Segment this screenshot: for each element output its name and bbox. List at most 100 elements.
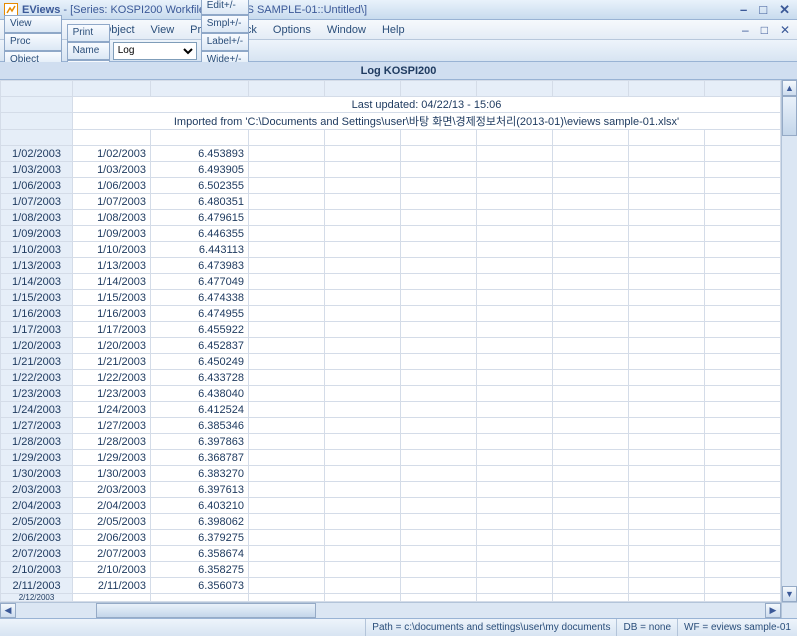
row-header[interactable]: 1/14/2003: [1, 274, 73, 290]
row-header[interactable]: 1/08/2003: [1, 210, 73, 226]
cell-value[interactable]: 6.398062: [151, 514, 249, 530]
row-header[interactable]: 1/13/2003: [1, 258, 73, 274]
scroll-left-icon[interactable]: ◀: [0, 603, 16, 618]
cell-date[interactable]: 1/23/2003: [73, 386, 151, 402]
cell-value[interactable]: 6.502355: [151, 178, 249, 194]
cell-date[interactable]: 1/08/2003: [73, 210, 151, 226]
row-header[interactable]: 2/06/2003: [1, 530, 73, 546]
toolbar-proc[interactable]: Proc: [4, 33, 62, 51]
cell-date[interactable]: 1/27/2003: [73, 418, 151, 434]
toolbar-edit-[interactable]: Edit+/-: [201, 0, 249, 15]
cell-value[interactable]: 6.433728: [151, 370, 249, 386]
close-button[interactable]: ✕: [776, 3, 793, 16]
cell-value[interactable]: 6.358275: [151, 562, 249, 578]
transform-select[interactable]: Log: [113, 42, 197, 60]
cell-value[interactable]: 6.356073: [151, 578, 249, 594]
toolbar-label-[interactable]: Label+/-: [201, 33, 249, 51]
cell-date[interactable]: 1/29/2003: [73, 450, 151, 466]
cell-value[interactable]: 6.479615: [151, 210, 249, 226]
cell-date[interactable]: 2/07/2003: [73, 546, 151, 562]
cell-date[interactable]: 1/15/2003: [73, 290, 151, 306]
cell-value[interactable]: 6.480351: [151, 194, 249, 210]
row-header[interactable]: 1/17/2003: [1, 322, 73, 338]
hscroll-thumb[interactable]: [96, 603, 316, 618]
row-header[interactable]: 2/10/2003: [1, 562, 73, 578]
cell-date[interactable]: 1/30/2003: [73, 466, 151, 482]
cell-date[interactable]: 1/09/2003: [73, 226, 151, 242]
cell-value[interactable]: 6.443113: [151, 242, 249, 258]
row-header[interactable]: 1/28/2003: [1, 434, 73, 450]
row-header[interactable]: 1/03/2003: [1, 162, 73, 178]
menu-help[interactable]: Help: [374, 22, 413, 38]
cell-value[interactable]: 6.379275: [151, 530, 249, 546]
cell-value[interactable]: 6.493905: [151, 162, 249, 178]
row-header[interactable]: 1/02/2003: [1, 146, 73, 162]
row-header[interactable]: 1/15/2003: [1, 290, 73, 306]
cell-value[interactable]: 6.385346: [151, 418, 249, 434]
toolbar-smpl-[interactable]: Smpl+/-: [201, 15, 249, 33]
row-header[interactable]: 2/04/2003: [1, 498, 73, 514]
cell-date[interactable]: 1/28/2003: [73, 434, 151, 450]
cell-value[interactable]: 6.455922: [151, 322, 249, 338]
cell-value[interactable]: 6.438040: [151, 386, 249, 402]
cell-date[interactable]: 2/11/2003: [73, 578, 151, 594]
scroll-thumb[interactable]: [782, 96, 797, 136]
cell-date[interactable]: 1/02/2003: [73, 146, 151, 162]
cell-date[interactable]: 2/06/2003: [73, 530, 151, 546]
cell-value[interactable]: 6.368787: [151, 450, 249, 466]
row-header[interactable]: 1/23/2003: [1, 386, 73, 402]
toolbar-name[interactable]: Name: [67, 42, 110, 60]
row-header[interactable]: 2/05/2003: [1, 514, 73, 530]
row-header[interactable]: 1/29/2003: [1, 450, 73, 466]
child-maximize-button[interactable]: □: [758, 23, 771, 37]
row-header[interactable]: 1/10/2003: [1, 242, 73, 258]
cell-date[interactable]: 1/13/2003: [73, 258, 151, 274]
cell-date[interactable]: 1/03/2003: [73, 162, 151, 178]
row-header[interactable]: 1/07/2003: [1, 194, 73, 210]
row-header[interactable]: 2/07/2003: [1, 546, 73, 562]
cell-date[interactable]: 1/20/2003: [73, 338, 151, 354]
scroll-up-icon[interactable]: ▲: [782, 80, 797, 96]
child-close-button[interactable]: ✕: [777, 23, 793, 37]
row-header[interactable]: 1/30/2003: [1, 466, 73, 482]
cell-date[interactable]: 1/14/2003: [73, 274, 151, 290]
cell-value[interactable]: 6.474338: [151, 290, 249, 306]
cell-date[interactable]: 2/05/2003: [73, 514, 151, 530]
horizontal-scrollbar[interactable]: ◀ ▶: [0, 602, 781, 618]
cell-value[interactable]: 6.358674: [151, 546, 249, 562]
menu-view[interactable]: View: [143, 22, 183, 38]
toolbar-print[interactable]: Print: [67, 24, 110, 42]
menu-options[interactable]: Options: [265, 22, 319, 38]
cell-date[interactable]: 1/21/2003: [73, 354, 151, 370]
scroll-down-icon[interactable]: ▼: [782, 586, 797, 602]
cell-value[interactable]: 6.474955: [151, 306, 249, 322]
scroll-right-icon[interactable]: ▶: [765, 603, 781, 618]
cell-value[interactable]: 6.473983: [151, 258, 249, 274]
cell-date[interactable]: 1/06/2003: [73, 178, 151, 194]
row-header[interactable]: 2/11/2003: [1, 578, 73, 594]
maximize-button[interactable]: □: [756, 3, 770, 16]
row-header[interactable]: 1/20/2003: [1, 338, 73, 354]
cell-date[interactable]: 2/10/2003: [73, 562, 151, 578]
cell-value[interactable]: 6.403210: [151, 498, 249, 514]
cell-value[interactable]: 6.397863: [151, 434, 249, 450]
data-grid[interactable]: Last updated: 04/22/13 - 15:06 Imported …: [0, 80, 797, 602]
toolbar-view[interactable]: View: [4, 15, 62, 33]
cell-value[interactable]: 6.383270: [151, 466, 249, 482]
row-header[interactable]: 2/12/2003: [1, 594, 73, 602]
cell-date[interactable]: 1/22/2003: [73, 370, 151, 386]
child-minimize-button[interactable]: –: [739, 23, 752, 37]
row-header[interactable]: 1/06/2003: [1, 178, 73, 194]
cell-value[interactable]: 6.450249: [151, 354, 249, 370]
row-header[interactable]: 1/16/2003: [1, 306, 73, 322]
cell-date[interactable]: 1/17/2003: [73, 322, 151, 338]
cell-value[interactable]: 6.477049: [151, 274, 249, 290]
row-header[interactable]: 1/24/2003: [1, 402, 73, 418]
row-header[interactable]: 2/03/2003: [1, 482, 73, 498]
row-header[interactable]: 1/27/2003: [1, 418, 73, 434]
minimize-button[interactable]: –: [737, 3, 750, 16]
vertical-scrollbar[interactable]: ▲ ▼: [781, 80, 797, 602]
cell-date[interactable]: 1/10/2003: [73, 242, 151, 258]
cell-value[interactable]: 6.453893: [151, 146, 249, 162]
row-header[interactable]: 1/09/2003: [1, 226, 73, 242]
